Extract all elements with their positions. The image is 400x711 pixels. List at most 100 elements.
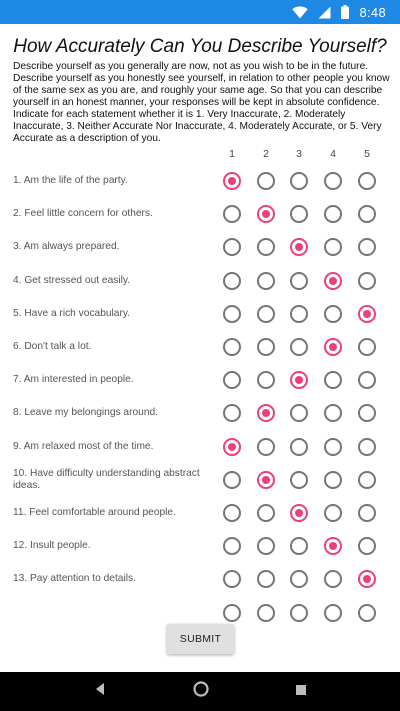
navigation-bar — [0, 672, 400, 711]
radio-option-3[interactable] — [290, 205, 308, 224]
radio-option-4[interactable] — [324, 470, 342, 489]
radio-option-5[interactable] — [358, 570, 376, 589]
radio-option-2[interactable] — [257, 172, 275, 190]
wifi-icon — [292, 6, 309, 19]
status-time: 8:48 — [359, 4, 386, 20]
radio-option-4[interactable] — [324, 304, 342, 323]
radio-option-2[interactable] — [257, 304, 275, 323]
radio-option-5[interactable] — [358, 437, 376, 456]
question-label: 12. Insult people. — [13, 540, 91, 552]
radio-option-4[interactable] — [324, 371, 342, 390]
question-label: 13. Pay attention to details. — [13, 573, 136, 585]
radio-option-5[interactable] — [358, 205, 376, 224]
question-label: 5. Have a rich vocabulary. — [13, 307, 131, 319]
radio-option-1[interactable] — [223, 304, 241, 323]
scale-label-2: 2 — [263, 148, 269, 160]
question-label: 10. Have difficulty understanding abstra… — [13, 467, 200, 491]
question-label: 6. Don't talk a lot. — [13, 341, 92, 352]
radio-option-2[interactable] — [257, 504, 275, 522]
radio-option-1[interactable] — [223, 437, 241, 456]
question-label: 2. Feel little concern for others. — [13, 208, 153, 220]
radio-option-5[interactable] — [358, 238, 376, 257]
radio-option-4[interactable] — [324, 603, 342, 622]
radio-option-1[interactable] — [223, 205, 241, 224]
radio-option-2[interactable] — [257, 437, 275, 456]
question-label: 8. Leave my belongings around. — [13, 407, 158, 419]
radio-option-1[interactable] — [223, 338, 241, 356]
radio-option-2[interactable] — [257, 470, 275, 489]
radio-option-1[interactable] — [223, 537, 241, 556]
submit-button[interactable]: SUBMIT — [167, 624, 234, 654]
signal-icon — [318, 6, 331, 19]
radio-option-2[interactable] — [257, 238, 275, 257]
question-label: 1. Am the life of the party. — [13, 175, 128, 186]
radio-option-4[interactable] — [324, 437, 342, 456]
radio-option-4[interactable] — [324, 570, 342, 589]
radio-option-3[interactable] — [290, 271, 308, 290]
radio-option-5[interactable] — [358, 271, 376, 290]
radio-option-3[interactable] — [290, 238, 308, 257]
home-icon[interactable] — [193, 681, 209, 702]
radio-option-4[interactable] — [324, 537, 342, 556]
radio-option-3[interactable] — [290, 537, 308, 556]
battery-icon — [341, 5, 350, 19]
radio-option-4[interactable] — [324, 271, 342, 290]
radio-option-3[interactable] — [290, 570, 308, 589]
radio-option-3[interactable] — [290, 371, 308, 390]
radio-option-1[interactable] — [223, 371, 241, 390]
survey-description: Describe yourself as you generally are n… — [13, 61, 390, 144]
radio-option-3[interactable] — [290, 172, 308, 190]
radio-option-5[interactable] — [358, 470, 376, 489]
radio-option-4[interactable] — [324, 172, 342, 190]
radio-option-3[interactable] — [290, 470, 308, 489]
radio-option-5[interactable] — [358, 504, 376, 522]
radio-option-2[interactable] — [257, 537, 275, 556]
radio-option-5[interactable] — [358, 371, 376, 390]
recents-icon[interactable] — [295, 683, 307, 701]
radio-option-2[interactable] — [257, 205, 275, 224]
radio-option-5[interactable] — [358, 404, 376, 423]
survey-title: How Accurately Can You Describe Yourself… — [13, 36, 387, 57]
scale-label-4: 4 — [330, 148, 336, 160]
question-label: 11. Feel comfortable around people. — [13, 507, 176, 518]
question-label: 7. Am interested in people. — [13, 374, 134, 386]
radio-option-1[interactable] — [223, 603, 241, 622]
question-label: 4. Get stressed out easily. — [13, 274, 131, 286]
radio-option-1[interactable] — [223, 504, 241, 522]
radio-option-2[interactable] — [257, 271, 275, 290]
radio-option-1[interactable] — [223, 238, 241, 257]
radio-option-1[interactable] — [223, 271, 241, 290]
radio-option-3[interactable] — [290, 603, 308, 622]
radio-option-5[interactable] — [358, 338, 376, 356]
radio-option-4[interactable] — [324, 504, 342, 522]
radio-option-2[interactable] — [257, 338, 275, 356]
radio-option-2[interactable] — [257, 404, 275, 423]
radio-option-2[interactable] — [257, 603, 275, 622]
scale-label-3: 3 — [296, 148, 302, 160]
radio-option-5[interactable] — [358, 172, 376, 190]
radio-option-5[interactable] — [358, 603, 376, 622]
radio-option-1[interactable] — [223, 172, 241, 190]
radio-option-5[interactable] — [358, 304, 376, 323]
status-bar: 8:48 — [0, 0, 400, 24]
radio-option-4[interactable] — [324, 205, 342, 224]
scale-label-1: 1 — [229, 148, 235, 160]
radio-option-2[interactable] — [257, 570, 275, 589]
radio-option-1[interactable] — [223, 470, 241, 489]
survey-screen: How Accurately Can You Describe Yourself… — [0, 24, 400, 672]
radio-option-1[interactable] — [223, 404, 241, 423]
radio-option-4[interactable] — [324, 404, 342, 423]
radio-option-3[interactable] — [290, 437, 308, 456]
radio-option-3[interactable] — [290, 504, 308, 522]
back-icon[interactable] — [93, 682, 107, 701]
radio-option-4[interactable] — [324, 238, 342, 257]
radio-option-3[interactable] — [290, 404, 308, 423]
radio-option-3[interactable] — [290, 304, 308, 323]
radio-option-3[interactable] — [290, 338, 308, 356]
question-label: 3. Am always prepared. — [13, 241, 120, 253]
radio-option-5[interactable] — [358, 537, 376, 556]
radio-option-2[interactable] — [257, 371, 275, 390]
question-label: 9. Am relaxed most of the time. — [13, 440, 154, 452]
radio-option-4[interactable] — [324, 338, 342, 356]
radio-option-1[interactable] — [223, 570, 241, 589]
